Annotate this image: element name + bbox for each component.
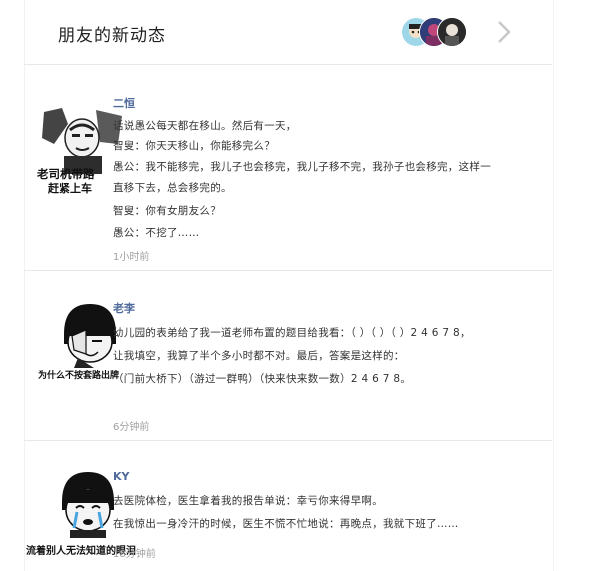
post-author[interactable]: 老李 bbox=[113, 300, 135, 316]
post-author[interactable]: 二恒 bbox=[113, 95, 135, 111]
post-text-line: 去医院体检，医生拿着我的报告单说：幸亏你来得早啊。 bbox=[113, 495, 383, 507]
post-text-line: 智叟：你天天移山，你能移完么？ bbox=[113, 140, 275, 152]
post-timestamp: 18分钟前 bbox=[113, 549, 156, 560]
meme-caption: 为什么不按套路出牌 bbox=[38, 371, 120, 381]
post-text-line: 愚公：不挖了…… bbox=[113, 227, 200, 239]
divider bbox=[24, 270, 552, 271]
post-text-line: 在我惊出一身冷汗的时候，医生不慌不忙地说：再晚点，我就下班了…… bbox=[113, 518, 459, 530]
post-author[interactable]: KY bbox=[113, 470, 130, 483]
post-text-line: 让我填空，我算了半个多小时都不对。最后，答案是这样的： bbox=[113, 350, 405, 362]
post-text-line: 愚公：我不能移完，我儿子也会移完，我儿子移不完，我孙子也会移完，这样一 bbox=[113, 161, 491, 173]
post-text-line: 话说愚公每天都在移山。然后有一天， bbox=[113, 120, 297, 132]
divider bbox=[24, 440, 552, 441]
post-text-line: 幼儿园的表弟给了我一道老师布置的题目给我看：（ ）（ ）（ ）2 4 6 7 8… bbox=[113, 327, 471, 339]
meme-caption: 赶紧上车 bbox=[48, 182, 92, 195]
page-title: 朋友的新动态 bbox=[58, 26, 166, 46]
post-text-line: （门前大桥下）（游过一群鸭）（快来快来数一数）2 4 6 7 8。 bbox=[113, 373, 412, 385]
post-text-line: 智叟：你有女朋友么？ bbox=[113, 205, 221, 217]
feed-header: 朋友的新动态 bbox=[24, 0, 552, 65]
chevron-right-icon[interactable] bbox=[492, 18, 516, 46]
post-timestamp: 6分钟前 bbox=[113, 422, 150, 433]
post-text-line: 直移下去，总会移完的。 bbox=[113, 182, 232, 194]
friend-avatars[interactable] bbox=[401, 17, 481, 47]
avatar[interactable] bbox=[437, 17, 467, 47]
post-timestamp: 1小时前 bbox=[113, 252, 150, 263]
